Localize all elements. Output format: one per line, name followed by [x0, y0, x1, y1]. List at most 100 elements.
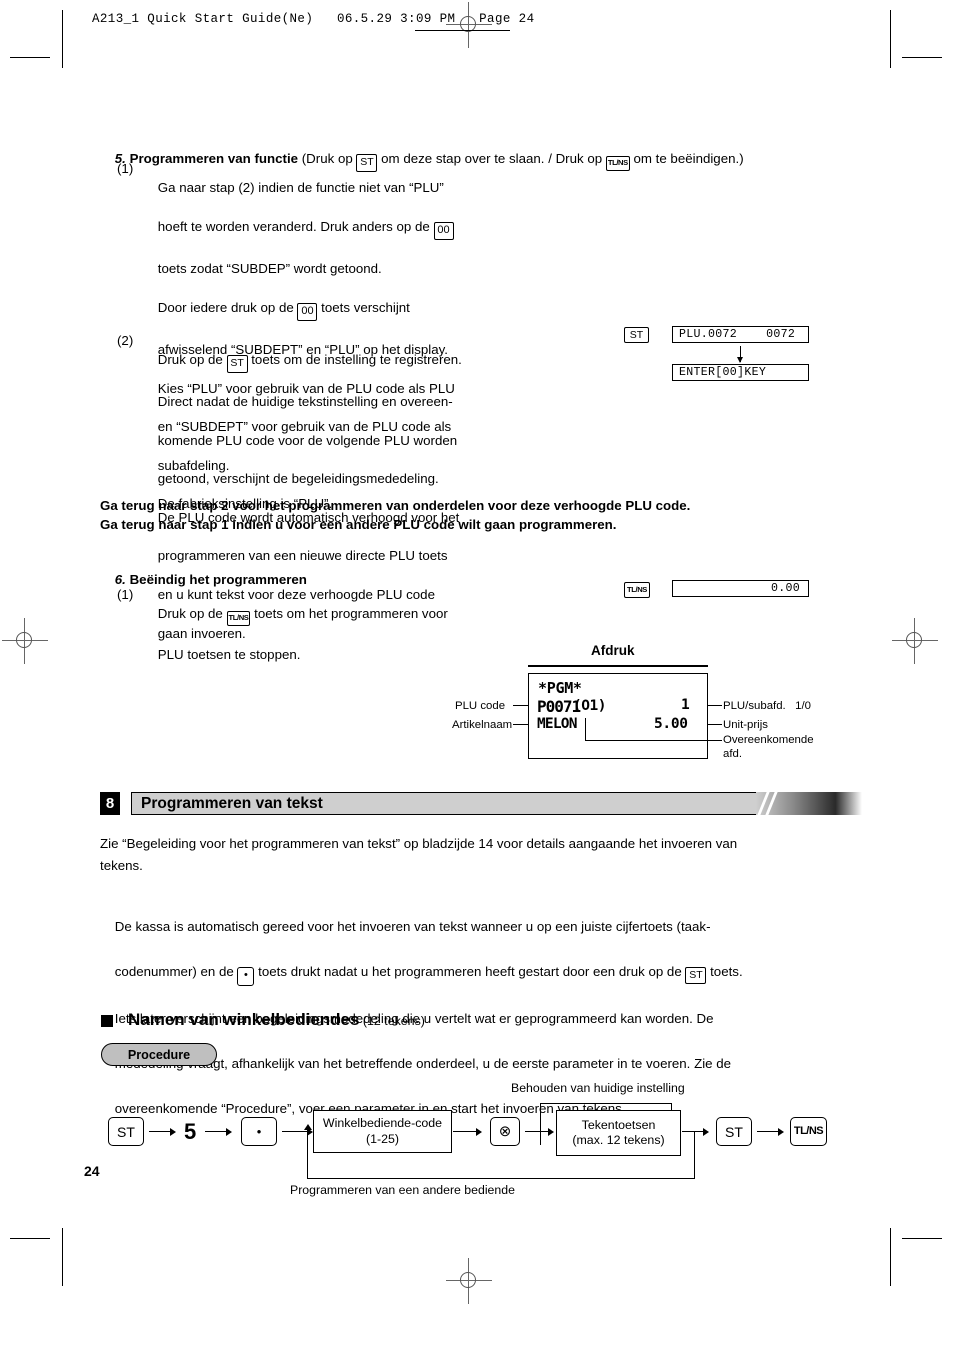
leader-unit-prijs [708, 724, 722, 726]
flow-arrow-6-line [682, 1131, 704, 1133]
registration-mark-bottom [446, 1258, 492, 1304]
flow-key-tlns-end: TL/NS [790, 1117, 827, 1146]
crop-mark-bottom-left [10, 1238, 50, 1239]
leader-overeenkomende-h [708, 740, 722, 742]
key-00-icon: 00 [433, 221, 454, 240]
flow-arrow-5-line [525, 1131, 549, 1133]
callout-plu-subafd: PLU/subafd. 1/0 [723, 700, 812, 712]
section6-item1-body: Druk op de TL/NS toets om het programmer… [143, 585, 543, 684]
registration-mark-left [2, 618, 48, 664]
s5-i1-l2: hoeft te worden veranderd. Druk anders o… [157, 218, 434, 234]
s6-i1-l2: PLU toetsen te stoppen. [157, 647, 301, 663]
section5-item2-marker: (2) [117, 333, 134, 348]
s5-i2-l1a: Druk op de [157, 352, 227, 368]
s5-i2-l4: getoond, verschijnt de begeleidingsmeded… [157, 471, 439, 487]
receipt-item-name: MELON [537, 716, 577, 732]
flow-arrow-6-head [703, 1127, 709, 1136]
running-head: A213_1 Quick Start Guide(Ne) 06.5.29 3:0… [92, 12, 535, 26]
flow-key-tlns-end-label: TL/NS [793, 1125, 824, 1137]
note-line-2: Ga terug naar stap 1 indien u voor een a… [100, 517, 617, 532]
flow-arrow-3-line [282, 1131, 308, 1133]
flow-key-st-end: ST [716, 1117, 752, 1146]
flow-box-character-keys-line2: (max. 12 tekens) [572, 1133, 665, 1147]
subsection-heading-note: (12 tekens) [359, 1014, 425, 1028]
callout-artikelnaam: Artikelnaam [452, 719, 513, 731]
flow-box-clerk-code-line1: Winkelbediende-code [322, 1116, 443, 1130]
flow-key-st-start-label: ST [117, 1123, 135, 1140]
st-key-icon-3: ST [685, 966, 707, 984]
tlns-key-callout: TL/NS [624, 582, 650, 598]
crop-mark-top-left [10, 57, 50, 58]
s8-l2c: toets. [706, 963, 743, 979]
registration-mark-right [892, 618, 938, 664]
flow-arrow-1-head [170, 1127, 176, 1136]
flow-key-decimal-point: • [241, 1117, 277, 1146]
callout-plu-code: PLU code [455, 700, 506, 712]
s8-l2b: toets drukt nadat u het programmeren hee… [254, 963, 686, 979]
flow-bottom-loop-h [307, 1178, 695, 1180]
decimal-point-key-icon: • [237, 966, 255, 986]
callout-overeenkomende-2: afd. [723, 748, 742, 760]
crop-mark-left-top [62, 10, 63, 68]
leader-dept-h [585, 740, 708, 742]
procedure-badge: Procedure [101, 1043, 217, 1066]
note-line-1: Ga terug naar stap 2 voor het programmer… [100, 498, 691, 513]
subsection-heading: Namen van winkelbediendes (12 tekens) [128, 1010, 425, 1030]
callout-unit-prijs: Unit-prijs [723, 719, 768, 731]
leader-artikelnaam [513, 724, 529, 726]
crop-mark-right-top [890, 10, 891, 68]
flow-key-st-start: ST [108, 1117, 144, 1146]
section8-number: 8 [105, 795, 115, 812]
flow-loop-arrow-head [304, 1124, 312, 1130]
section5-item1-marker: (1) [117, 161, 134, 176]
page-number: 24 [84, 1163, 100, 1179]
flow-top-bracket-h [540, 1103, 672, 1105]
flow-box-character-keys: Tekentoetsen (max. 12 tekens) [556, 1110, 681, 1156]
flow-box-clerk-code: Winkelbediende-code (1-25) [313, 1110, 452, 1153]
s6-i1-l1b: toets om het programmeren voor [250, 606, 448, 622]
flow-arrow-7-head [778, 1127, 784, 1136]
flow-key-decimal-point-label: • [256, 1124, 262, 1139]
key-00-icon-2: 00 [297, 302, 318, 321]
leader-plu-code [513, 705, 529, 707]
st-key-icon-2: ST [226, 355, 248, 373]
receipt-unit-price: 5.00 [654, 716, 688, 732]
s5-i1-l4a: Door iedere druk op de [157, 299, 298, 315]
section5-title-tail-c: om te beëindigen.) [629, 151, 744, 167]
flow-arrow-2-line [205, 1131, 227, 1133]
st-key-callout-label: ST [629, 328, 644, 341]
section6-item1-marker: (1) [117, 587, 134, 602]
crop-mark-bottom-right [902, 1238, 942, 1239]
afdruk-title: Afdruk [591, 643, 635, 658]
crop-mark-left-bottom [62, 1228, 63, 1286]
receipt-pgm-line: *PGM* [538, 679, 582, 697]
s5-i1-l3: toets zodat “SUBDEP” wordt getoond. [157, 261, 382, 277]
crop-mark-right-bottom [890, 1228, 891, 1286]
s5-i2-l2: Direct nadat de huidige tekstinstelling … [157, 394, 453, 410]
flow-arrow-1-line [149, 1131, 171, 1133]
manual-page: A213_1 Quick Start Guide(Ne) 06.5.29 3:0… [0, 0, 954, 1351]
section8-intro: Zie “Begeleiding voor het programmeren v… [100, 836, 738, 873]
flow-box-clerk-code-line2: (1-25) [365, 1131, 400, 1146]
tlns-key-callout-label: TL/NS [627, 585, 647, 595]
flow-caption-top: Behouden van huidige instelling [511, 1081, 685, 1095]
flow-key-multiply: ⊗ [490, 1117, 520, 1146]
receipt-dept-code: (O1) [573, 698, 606, 714]
s5-i2-l3: komende PLU code voor de volgende PLU wo… [157, 432, 458, 448]
callout-overeenkomende: Overeenkomende [723, 734, 814, 746]
flow-arrow-2-head [226, 1127, 232, 1136]
subsection-heading-text: Namen van winkelbediendes [128, 1010, 360, 1029]
receipt-plu-flag: 1 [681, 697, 690, 713]
s5-i1-l4b: toets verschijnt [317, 299, 410, 315]
flow-top-bracket-left-v [540, 1103, 542, 1145]
s8-l2a: codenummer) en de [114, 963, 238, 979]
s5-i1-l1: Ga naar stap (2) indien de functie niet … [157, 180, 444, 196]
s5-i2-l1b: toets om de instelling te registreren. [247, 352, 462, 368]
lcd-plu-display: PLU.0072 0072 [672, 326, 809, 343]
lcd-total-display: 0.00 [672, 580, 809, 597]
st-key-callout: ST [624, 327, 649, 343]
square-bullet-icon [101, 1015, 113, 1027]
leader-dept-v [585, 718, 587, 740]
flow-caption-bottom: Programmeren van een andere bediende [290, 1183, 515, 1197]
flow-arrow-5-head [548, 1127, 554, 1136]
